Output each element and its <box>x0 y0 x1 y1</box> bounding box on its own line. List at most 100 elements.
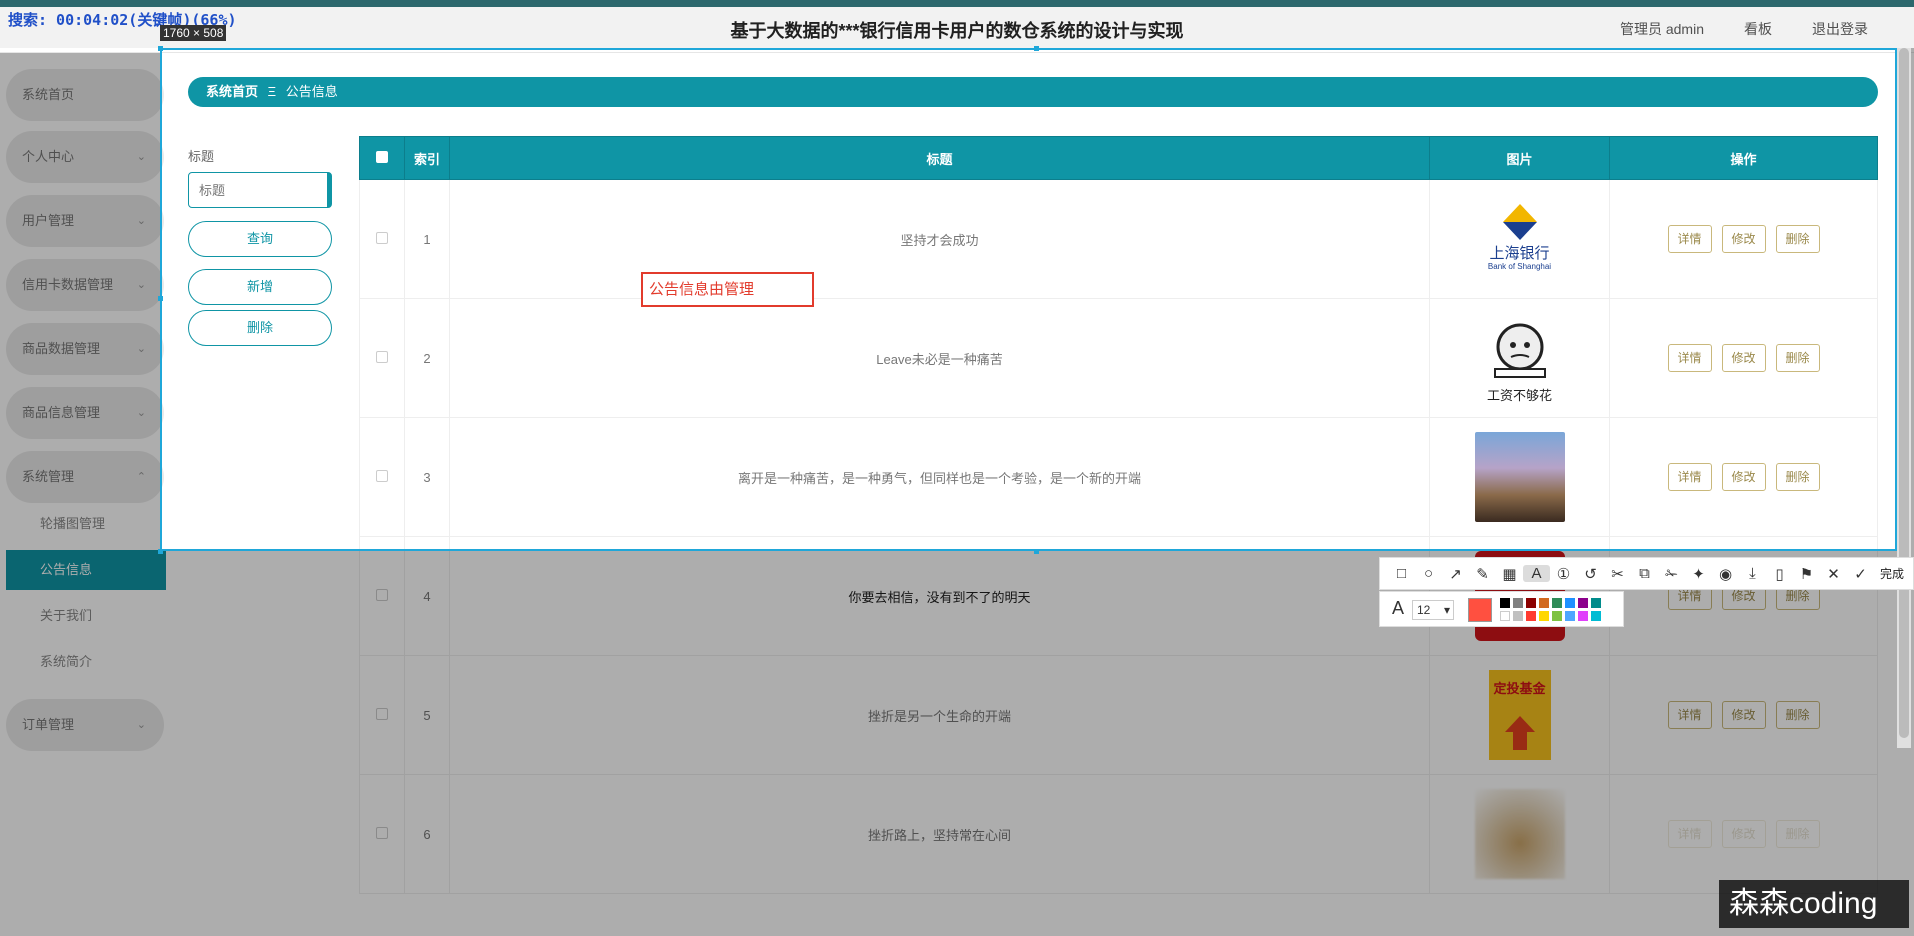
scrollbar-thumb[interactable] <box>1899 48 1909 738</box>
detail-button[interactable]: 详情 <box>1667 820 1712 848</box>
bookmark-icon[interactable]: ⚑ <box>1793 565 1820 583</box>
board-link[interactable]: 看板 <box>1744 19 1772 39</box>
capture-toolbar: □ ○ ↗ ✎ ▦ A ① ↺ ✂ ⧉ ✁ ✦ ◉ ⤓ ▯ ⚑ ✕ ✓ 完成 <box>1379 557 1914 590</box>
sidebar-item-product-data[interactable]: 商品数据管理 ⌄ <box>6 323 164 375</box>
top-strip <box>0 0 1914 7</box>
delete-button[interactable]: 删除 <box>1775 820 1820 848</box>
color-swatch[interactable] <box>1591 598 1601 608</box>
sidebar-item-creditcard[interactable]: 信用卡数据管理 ⌄ <box>6 259 164 311</box>
resize-handle[interactable] <box>1034 549 1039 554</box>
number-icon[interactable]: ① <box>1550 565 1577 583</box>
mosaic-icon[interactable]: ▦ <box>1496 565 1523 583</box>
sidebar-sub-carousel[interactable]: 轮播图管理 <box>6 504 166 544</box>
sidebar-item-label: 信用卡数据管理 <box>22 277 114 292</box>
header: 基于大数据的***银行信用卡用户的数仓系统的设计与实现 管理员 admin 看板… <box>0 7 1914 53</box>
color-swatch[interactable] <box>1578 611 1588 621</box>
color-swatch[interactable] <box>1565 598 1575 608</box>
sidebar-sub-notice[interactable]: 公告信息 <box>6 550 166 590</box>
resize-handle[interactable] <box>158 549 163 554</box>
color-swatch[interactable] <box>1526 611 1536 621</box>
color-swatch[interactable] <box>1565 611 1575 621</box>
row-index: 4 <box>404 536 450 656</box>
scrollbar[interactable] <box>1897 48 1911 748</box>
chevron-down-icon: ⌄ <box>136 215 146 227</box>
font-icon: A <box>1392 598 1405 618</box>
rectangle-icon[interactable]: □ <box>1388 565 1415 582</box>
chevron-down-icon: ⌄ <box>136 343 146 355</box>
annotation-text-box[interactable]: 公告信息由管理 <box>641 272 814 307</box>
close-icon[interactable]: ✕ <box>1820 565 1847 583</box>
delete-button[interactable]: 删除 <box>1775 701 1820 729</box>
row-index: 6 <box>404 774 450 894</box>
row-title: 挫折路上，坚持常在心间 <box>449 774 1430 894</box>
text-style-panel: A 12 ▾ <box>1379 591 1624 627</box>
color-swatch[interactable] <box>1500 611 1510 621</box>
color-swatch[interactable] <box>1578 598 1588 608</box>
chevron-up-icon: ⌃ <box>136 471 146 483</box>
sidebar-item-system[interactable]: 系统管理 ⌃ <box>6 451 164 503</box>
sidebar-item-label: 系统管理 <box>22 469 75 484</box>
row-index: 5 <box>404 655 450 775</box>
color-swatch[interactable] <box>1500 598 1510 608</box>
chevron-down-icon: ⌄ <box>136 407 146 419</box>
current-color[interactable] <box>1468 598 1492 622</box>
color-swatch[interactable] <box>1513 598 1523 608</box>
sidebar-item-home[interactable]: 系统首页 <box>6 69 164 121</box>
text-icon[interactable]: A <box>1523 565 1550 582</box>
chevron-down-icon: ⌄ <box>136 151 146 163</box>
edit-button[interactable]: 修改 <box>1721 820 1766 848</box>
resize-handle[interactable] <box>158 296 163 301</box>
record-icon[interactable]: ◉ <box>1712 565 1739 583</box>
fund-poster-image: 定投基金 <box>1488 670 1551 760</box>
color-swatch[interactable] <box>1526 598 1536 608</box>
color-swatch[interactable] <box>1513 611 1523 621</box>
save-icon[interactable]: ▯ <box>1766 565 1793 583</box>
edit-button[interactable]: 修改 <box>1721 701 1766 729</box>
sidebar-item-orders[interactable]: 订单管理 ⌄ <box>6 699 164 751</box>
color-swatch[interactable] <box>1539 611 1549 621</box>
sidebar-sub-about[interactable]: 关于我们 <box>6 596 166 636</box>
sidebar-item-product-info[interactable]: 商品信息管理 ⌄ <box>6 387 164 439</box>
chevron-down-icon: ⌄ <box>136 719 146 731</box>
font-size-select[interactable]: 12 ▾ <box>1412 600 1454 620</box>
download-icon[interactable]: ⤓ <box>1739 565 1766 582</box>
plant-photo <box>1474 789 1565 879</box>
sidebar-item-label: 商品信息管理 <box>22 405 101 420</box>
selection-rectangle[interactable] <box>160 48 1897 551</box>
sidebar-item-users[interactable]: 用户管理 ⌄ <box>6 195 164 247</box>
color-swatch[interactable] <box>1591 611 1601 621</box>
color-swatch[interactable] <box>1552 611 1562 621</box>
color-swatch[interactable] <box>1539 598 1549 608</box>
color-swatch[interactable] <box>1552 598 1562 608</box>
row-checkbox[interactable] <box>376 588 388 601</box>
ellipse-icon[interactable]: ○ <box>1415 565 1442 582</box>
row-checkbox[interactable] <box>376 707 388 720</box>
admin-label[interactable]: 管理员 admin <box>1620 19 1704 39</box>
crop-icon[interactable]: ✂ <box>1604 565 1631 583</box>
detail-button[interactable]: 详情 <box>1667 701 1712 729</box>
undo-icon[interactable]: ↺ <box>1577 565 1604 583</box>
sidebar-sub-intro[interactable]: 系统简介 <box>6 642 166 682</box>
watermark: 森森coding <box>1719 880 1909 928</box>
table-row: 4 你要去相信，没有到不了的明天 详情 修改 删除 <box>359 536 1878 656</box>
pencil-icon[interactable]: ✎ <box>1469 565 1496 583</box>
sidebar: 系统首页 个人中心 ⌄ 用户管理 ⌄ 信用卡数据管理 ⌄ 商品数据管理 ⌄ 商品信息管理… <box>0 53 168 936</box>
logout-link[interactable]: 退出登录 <box>1812 19 1868 39</box>
arrow-icon[interactable]: ↗ <box>1442 565 1469 583</box>
sidebar-item-label: 商品数据管理 <box>22 341 101 356</box>
pin-icon[interactable]: ✦ <box>1685 565 1712 583</box>
font-size-value: 12 <box>1417 603 1431 617</box>
check-icon[interactable]: ✓ <box>1847 565 1874 583</box>
sidebar-item-label: 个人中心 <box>22 149 75 164</box>
sidebar-item-label: 订单管理 <box>22 717 75 732</box>
row-title: 挫折是另一个生命的开端 <box>449 655 1430 775</box>
copy-icon[interactable]: ⧉ <box>1631 565 1658 582</box>
done-button[interactable]: 完成 <box>1880 565 1904 582</box>
row-checkbox[interactable] <box>376 826 388 839</box>
resize-handle[interactable] <box>1034 46 1039 51</box>
scissors-icon[interactable]: ✁ <box>1658 565 1685 583</box>
sidebar-item-label: 系统首页 <box>22 87 75 102</box>
resize-handle[interactable] <box>158 46 163 51</box>
chevron-down-icon: ⌄ <box>136 279 146 291</box>
sidebar-item-personal[interactable]: 个人中心 ⌄ <box>6 131 164 183</box>
